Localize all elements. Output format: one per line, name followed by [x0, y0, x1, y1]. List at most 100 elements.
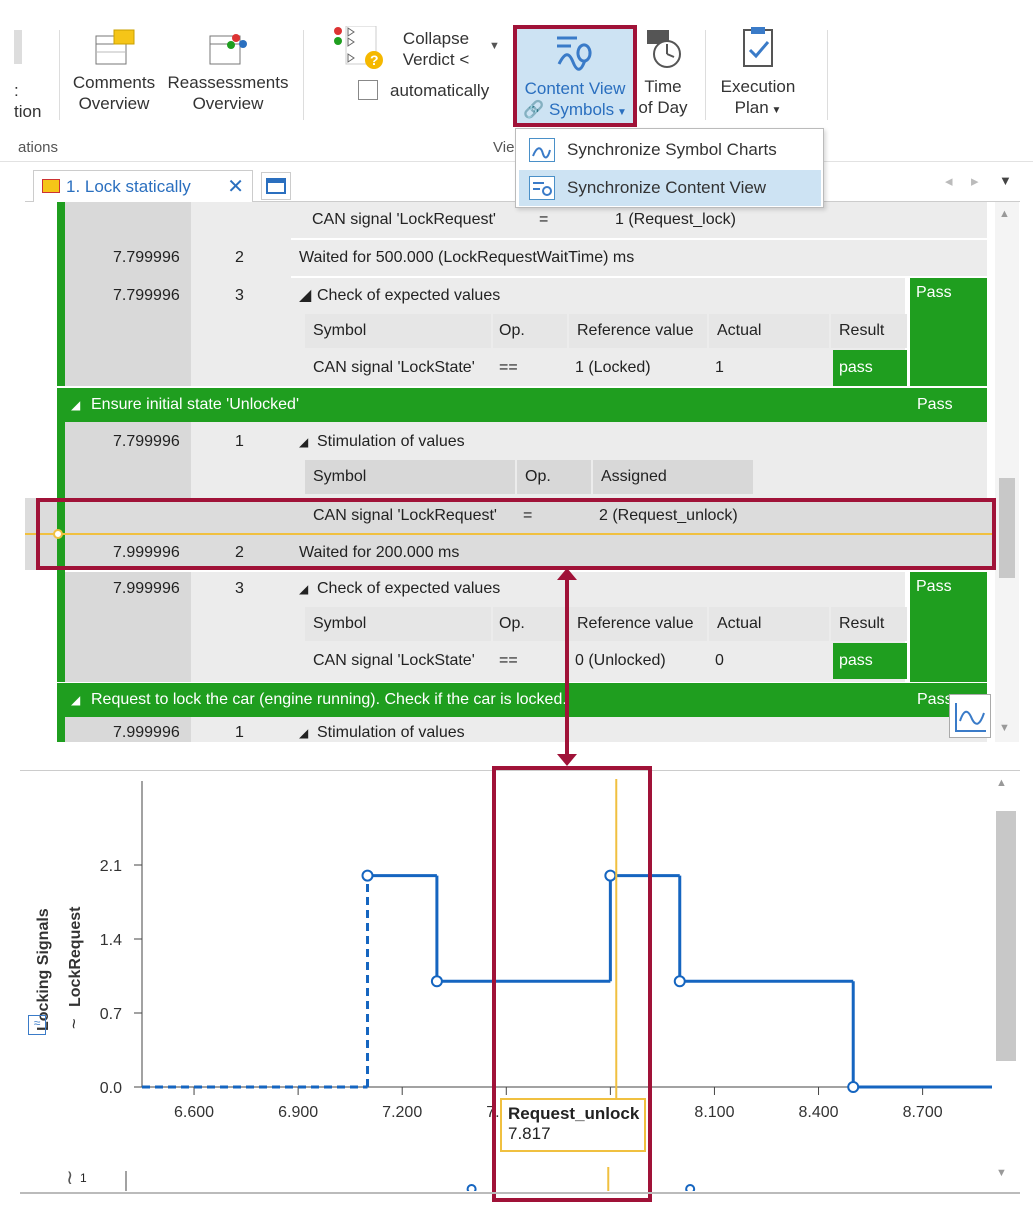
- symbol-chart-toggle-button[interactable]: [949, 694, 991, 738]
- section-header-ensure-unlocked[interactable]: ◢ Ensure initial state 'Unlocked' Pass: [57, 388, 987, 422]
- new-tab-button[interactable]: [261, 172, 291, 200]
- verdict-pass: Pass: [910, 572, 987, 682]
- scroll-left-icon[interactable]: ◂: [945, 172, 953, 190]
- partial-button-dot: :: [14, 81, 19, 100]
- check-result-cell: pass: [833, 643, 907, 679]
- partial-button-label[interactable]: tion: [14, 101, 41, 122]
- header-symbol: Symbol: [305, 607, 491, 641]
- time-cell: 7.799996: [113, 249, 180, 266]
- reassessments-line1: Reassessments: [167, 73, 289, 92]
- collapse-triangle-icon[interactable]: ◢: [299, 571, 308, 607]
- close-icon[interactable]: ✕: [227, 171, 244, 203]
- synchronized-row-highlight: [36, 498, 996, 570]
- row-text-cell: Check of expected values: [317, 287, 501, 304]
- reassessments-overview-button[interactable]: Reassessments Overview: [167, 28, 289, 114]
- comments-overview-button[interactable]: Comments Overview: [68, 28, 160, 114]
- collapse-triangle-icon[interactable]: ◢: [299, 278, 311, 314]
- row-text-cell: Stimulation of values: [317, 724, 465, 741]
- series-point: [430, 975, 443, 988]
- collapse-verdict-button[interactable]: Collapse Verdict <: [392, 28, 480, 70]
- header-op: Op.: [517, 460, 591, 494]
- header-symbol: Symbol: [305, 314, 491, 348]
- x-tick-label: 8.100: [694, 1104, 734, 1121]
- execution-line2: Plan: [734, 98, 769, 117]
- collapse-triangle-icon[interactable]: ◢: [299, 424, 308, 460]
- tab-list-dropdown-icon[interactable]: ▼: [999, 173, 1012, 188]
- tooltip-title: Request_unlock: [508, 1104, 640, 1123]
- header-result: Result: [831, 607, 907, 641]
- bottom-divider: [20, 1192, 1020, 1194]
- step-cell: 1: [235, 724, 244, 741]
- content-view-highlight-box: [513, 25, 637, 127]
- scroll-right-icon[interactable]: ▸: [971, 172, 979, 190]
- step-cell: 3: [235, 580, 244, 597]
- header-reference-value: Reference value: [569, 314, 707, 348]
- collapse-dropdown-arrow-icon[interactable]: ▼: [489, 40, 500, 52]
- check-op-cell: ==: [499, 359, 518, 376]
- time-line1: Time: [644, 77, 682, 96]
- header-reference-value: Reference value: [569, 607, 707, 641]
- verdict-pass: Pass: [910, 278, 987, 386]
- collapse-auto-checkbox[interactable]: [358, 80, 378, 100]
- collapse-line1: Collapse: [402, 29, 470, 48]
- y-axis-signal-icon: ~: [64, 1018, 84, 1029]
- collapse-line2: Verdict <: [402, 50, 470, 69]
- comments-line2: Overview: [78, 94, 150, 113]
- signal-group-icon: ≈: [28, 1015, 46, 1035]
- check-result-cell: pass: [833, 350, 907, 386]
- menu-item-synchronize-content-view[interactable]: Synchronize Content View: [519, 170, 821, 206]
- tab-lock-statically[interactable]: 1. Lock statically ✕: [33, 170, 253, 202]
- step-cell: 3: [235, 287, 244, 304]
- header-assigned: Assigned: [593, 460, 753, 494]
- group-label-view: Vie: [493, 139, 515, 156]
- check-ref-cell: 1 (Locked): [575, 359, 651, 376]
- collapse-triangle-icon[interactable]: ◢: [71, 683, 80, 717]
- check-ref-cell: 0 (Unlocked): [575, 652, 666, 669]
- tab-label: 1. Lock statically: [66, 177, 191, 196]
- check-symbol-cell: CAN signal 'LockState': [313, 359, 475, 376]
- reassessments-icon: [209, 34, 247, 65]
- header-op: Op.: [493, 314, 567, 348]
- scroll-up-icon[interactable]: ▲: [999, 208, 1010, 220]
- table-vertical-scrollbar[interactable]: ▲ ▼: [995, 202, 1019, 742]
- lower-chart-partial-tick: 1: [80, 1171, 87, 1185]
- series-point: [673, 975, 686, 988]
- lower-series-point: [466, 1184, 477, 1194]
- chart-scrollbar-thumb[interactable]: [996, 811, 1016, 1061]
- time-cell: 7.799996: [113, 433, 180, 450]
- time-of-day-icon: [647, 30, 681, 68]
- stim-symbol-cell: CAN signal 'LockRequest': [312, 211, 496, 228]
- menu-item-label-symbol-charts: Synchronize Symbol Charts: [567, 140, 777, 159]
- partial-button-icon: [14, 30, 22, 64]
- menu-item-synchronize-symbol-charts[interactable]: Synchronize Symbol Charts: [519, 132, 821, 168]
- time-cell: 7.799996: [113, 287, 180, 304]
- execution-plan-icon: [743, 27, 773, 67]
- sync-content-view-icon: [529, 176, 555, 200]
- lower-series-point: [685, 1184, 696, 1194]
- chart-scroll-down-icon[interactable]: ▼: [996, 1167, 1007, 1179]
- time-of-day-button[interactable]: Time of Day: [637, 28, 689, 118]
- x-tick-label: 6.900: [278, 1104, 318, 1121]
- execution-plan-button[interactable]: Execution Plan ▼: [716, 26, 800, 121]
- section-title: Request to lock the car (engine running)…: [91, 691, 567, 708]
- collapse-triangle-icon[interactable]: ◢: [299, 715, 308, 742]
- header-actual: Actual: [709, 607, 829, 641]
- sync-double-arrow-icon: [557, 568, 577, 766]
- y-tick-label: 1.4: [100, 932, 122, 949]
- comments-line1: Comments: [72, 73, 156, 92]
- section-header-request-lock[interactable]: ◢ Request to lock the car (engine runnin…: [57, 683, 987, 717]
- check-op-cell: ==: [499, 652, 518, 669]
- time-cell: 7.999996: [113, 580, 180, 597]
- scroll-down-icon[interactable]: ▼: [999, 722, 1010, 734]
- chart-icon: [955, 703, 986, 732]
- scrollbar-thumb[interactable]: [999, 478, 1015, 578]
- series-point: [847, 1081, 860, 1093]
- chart-scroll-up-icon[interactable]: ▲: [996, 777, 1007, 789]
- collapse-verdict-icon: ?: [334, 26, 383, 69]
- header-symbol: Symbol: [305, 460, 515, 494]
- step-cell: 1: [235, 433, 244, 450]
- collapse-auto-label: automatically: [390, 81, 490, 100]
- check-actual-cell: 1: [715, 359, 724, 376]
- collapse-triangle-icon[interactable]: ◢: [71, 388, 80, 422]
- new-window-icon: [266, 178, 286, 194]
